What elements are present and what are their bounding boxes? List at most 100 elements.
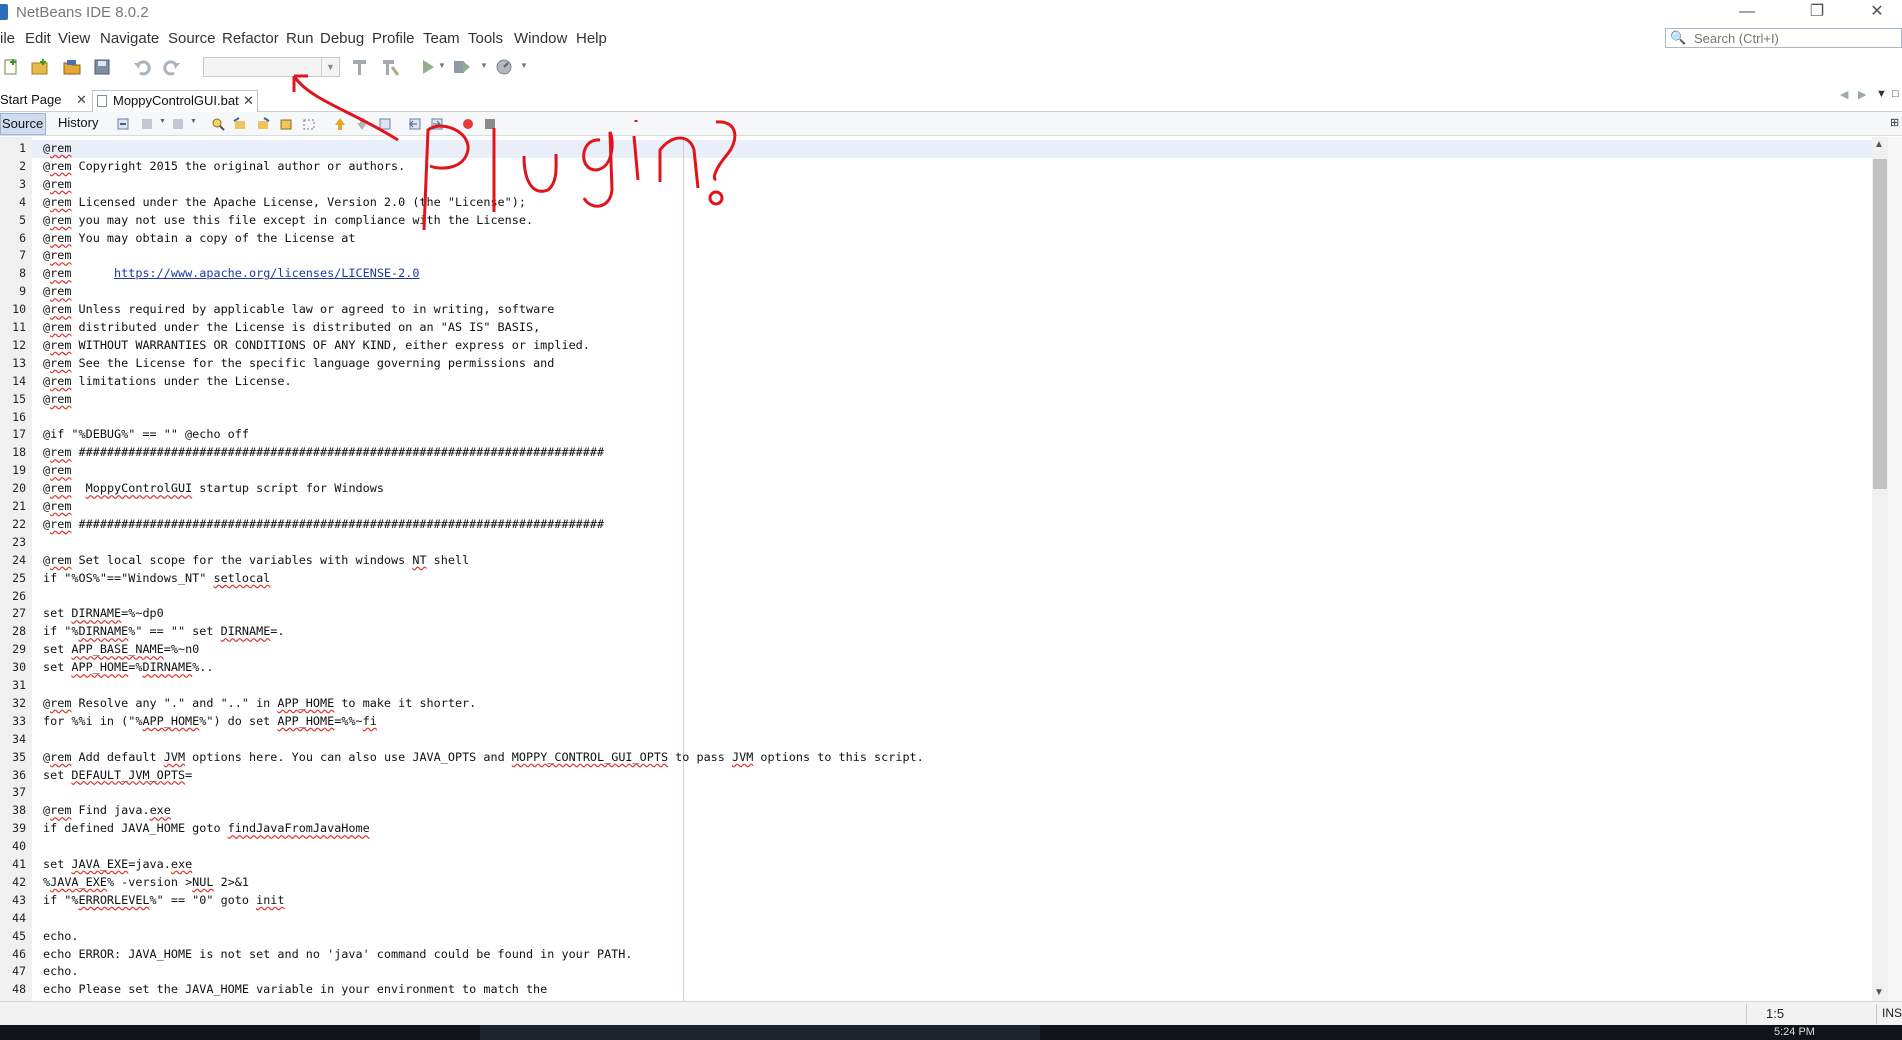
new-file-icon[interactable] [2, 57, 22, 77]
code-line[interactable]: @rem Unless required by applicable law o… [43, 302, 554, 316]
open-project-icon[interactable] [62, 57, 82, 77]
previous-bookmark-icon[interactable] [333, 117, 347, 131]
code-line[interactable]: @rem Resolve any "." and ".." in APP_HOM… [43, 696, 476, 710]
code-line[interactable]: @rem [43, 284, 71, 298]
code-line[interactable]: @rem [43, 463, 71, 477]
close-tab-icon[interactable]: ✕ [243, 91, 254, 111]
show-opened-documents-icon[interactable]: ▼ [1876, 88, 1887, 100]
configuration-select[interactable]: ▼ [203, 57, 340, 77]
code-line[interactable]: @rem ###################################… [43, 517, 604, 531]
chevron-down-icon[interactable]: ▼ [321, 58, 339, 76]
forward-icon[interactable] [172, 117, 186, 131]
code-line[interactable]: @rem Copyright 2015 the original author … [43, 159, 405, 173]
code-line[interactable]: @rem [43, 392, 71, 406]
code-editor[interactable]: 1 2 3 4 5 6 7 8 9 10 11 12 13 14 15 16 17 18 19 20 21 22 23 24 2… [0, 137, 1872, 1001]
scroll-tabs-left-icon[interactable]: ◀ [1840, 88, 1848, 101]
menu-debug[interactable]: Debug [320, 30, 364, 47]
code-line[interactable]: @rem Add default JVM options here. You c… [43, 750, 924, 764]
menu-refactor[interactable]: Refactor [222, 30, 279, 47]
code-line[interactable]: @rem You may obtain a copy of the Licens… [43, 231, 356, 245]
code-line[interactable]: @if "%DEBUG%" == "" @echo off [43, 427, 249, 441]
error-stripe[interactable] [1888, 137, 1902, 1001]
code-line[interactable]: @rem See the License for the specific la… [43, 356, 554, 370]
code-line[interactable]: if "%ERRORLEVEL%" == "0" goto init [43, 893, 285, 907]
code-line[interactable]: %JAVA_EXE% -version >NUL 2>&1 [43, 875, 249, 889]
code-line[interactable]: @rem [43, 141, 71, 155]
profile-project-icon[interactable] [494, 57, 514, 77]
find-next-icon[interactable] [256, 117, 270, 131]
forward-dropdown-icon[interactable]: ▼ [190, 118, 204, 132]
scrollbar-thumb[interactable] [1873, 159, 1887, 489]
find-selection-icon[interactable] [211, 117, 225, 131]
profile-dropdown-icon[interactable]: ▼ [520, 61, 540, 81]
search-icon[interactable]: 🔍 [1670, 30, 1686, 46]
menu-view[interactable]: View [58, 30, 90, 47]
code-line[interactable]: @rem Find java.exe [43, 803, 171, 817]
tab-start-page[interactable]: Start Page ✕ [0, 90, 88, 112]
new-project-icon[interactable] [30, 57, 50, 77]
code-line[interactable]: if "%DIRNAME%" == "" set DIRNAME=. [43, 624, 285, 638]
code-line[interactable]: @rem Set local scope for the variables w… [43, 553, 469, 567]
code-line[interactable]: set APP_HOME=%DIRNAME%.. [43, 660, 214, 674]
menu-file[interactable]: ile [0, 30, 15, 47]
toggle-rectangular-selection-icon[interactable] [302, 117, 316, 131]
code-line[interactable]: if defined JAVA_HOME goto findJavaFromJa… [43, 821, 370, 835]
minimize-button[interactable]: — [1724, 0, 1770, 26]
code-line[interactable]: for %%i in ("%APP_HOME%") do set APP_HOM… [43, 714, 377, 728]
restore-button[interactable]: ❐ [1794, 0, 1840, 26]
code-line[interactable]: @rem you may not use this file except in… [43, 213, 533, 227]
scroll-tabs-right-icon[interactable]: ▶ [1858, 88, 1866, 101]
menu-edit[interactable]: Edit [25, 30, 51, 47]
code-line[interactable]: set APP_BASE_NAME=%~n0 [43, 642, 199, 656]
code-line[interactable]: echo. [43, 929, 79, 943]
shift-right-icon[interactable] [430, 117, 444, 131]
maximize-window-icon[interactable]: □ [1892, 88, 1899, 100]
find-previous-icon[interactable] [233, 117, 247, 131]
code-line[interactable]: @rem MoppyControlGUI startup script for … [43, 481, 384, 495]
shift-left-icon[interactable] [408, 117, 422, 131]
taskbar-app-area[interactable] [480, 1025, 1040, 1040]
last-edit-icon[interactable] [117, 117, 131, 131]
menu-profile[interactable]: Profile [372, 30, 415, 47]
tab-moppycontrolgui-bat[interactable]: MoppyControlGUI.bat ✕ [92, 90, 258, 112]
build-hammer-icon[interactable] [350, 57, 370, 77]
code-line[interactable]: @rem https://www.apache.org/licenses/LIC… [43, 266, 419, 280]
menu-tools[interactable]: Tools [468, 30, 503, 47]
back-dropdown-icon[interactable]: ▼ [159, 118, 173, 132]
code-line[interactable]: echo ERROR: JAVA_HOME is not set and no … [43, 947, 633, 961]
history-tab[interactable]: History [58, 113, 98, 135]
menu-navigate[interactable]: Navigate [100, 30, 159, 47]
stop-macro-recording-icon[interactable] [483, 117, 497, 131]
source-tab[interactable]: Source [0, 113, 46, 135]
split-editor-icon[interactable]: ⊞ [1890, 116, 1902, 130]
scroll-up-icon[interactable]: ▲ [1874, 139, 1884, 150]
save-all-icon[interactable] [92, 57, 112, 77]
code-line[interactable]: @rem ###################################… [43, 445, 604, 459]
code-line[interactable]: set JAVA_EXE=java.exe [43, 857, 192, 871]
code-line[interactable]: echo Please set the JAVA_HOME variable i… [43, 982, 547, 996]
code-line[interactable]: if "%OS%"=="Windows_NT" setlocal [43, 571, 270, 585]
menu-help[interactable]: Help [576, 30, 607, 47]
menu-team[interactable]: Team [423, 30, 460, 47]
code-line[interactable]: echo. [43, 964, 79, 978]
toggle-bookmark-icon[interactable] [378, 117, 392, 131]
run-project-icon[interactable] [418, 57, 438, 77]
code-line[interactable]: set DIRNAME=%~dp0 [43, 606, 164, 620]
close-tab-icon[interactable]: ✕ [76, 90, 87, 110]
search-input[interactable] [1694, 30, 1894, 46]
menu-source[interactable]: Source [168, 30, 216, 47]
menu-window[interactable]: Window [514, 30, 567, 47]
code-line[interactable]: @rem distributed under the License is di… [43, 320, 540, 334]
back-icon[interactable] [141, 117, 155, 131]
debug-project-icon[interactable] [452, 57, 472, 77]
code-line[interactable]: @rem Licensed under the Apache License, … [43, 195, 526, 209]
start-macro-recording-icon[interactable] [461, 117, 475, 131]
code-line[interactable]: set DEFAULT_JVM_OPTS= [43, 768, 192, 782]
menu-run[interactable]: Run [286, 30, 314, 47]
code-line[interactable]: @rem WITHOUT WARRANTIES OR CONDITIONS OF… [43, 338, 590, 352]
toggle-highlight-icon[interactable] [279, 117, 293, 131]
code-line[interactable]: @rem [43, 499, 71, 513]
quick-search-box[interactable]: 🔍 [1665, 28, 1902, 48]
scroll-down-icon[interactable]: ▼ [1874, 987, 1884, 998]
undo-icon[interactable] [132, 57, 152, 77]
